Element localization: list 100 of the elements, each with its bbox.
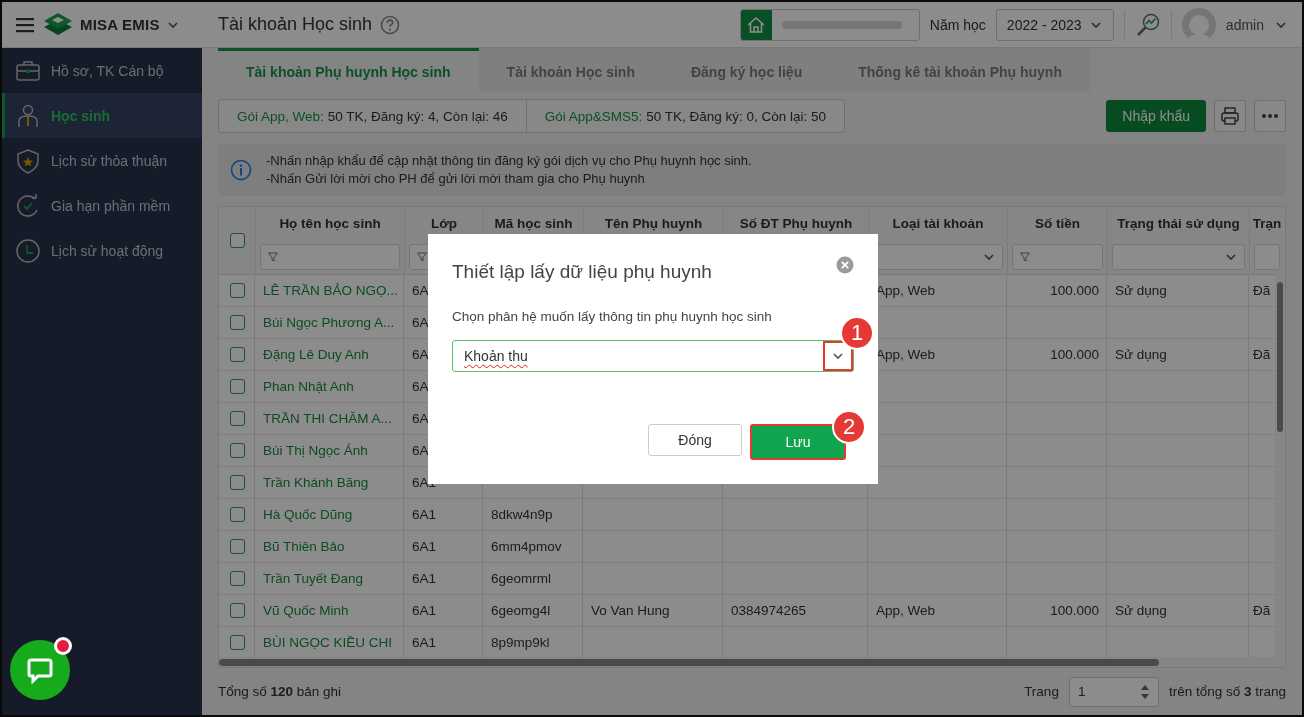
page-field[interactable]: 1 <box>1068 676 1159 707</box>
table-cell: 6mm4pmov <box>491 539 562 555</box>
checkbox[interactable] <box>229 603 245 619</box>
table-cell: 100.000 <box>1050 347 1099 363</box>
more-button[interactable] <box>1254 100 1286 133</box>
table-cell: 6A <box>412 347 429 363</box>
close-icon[interactable] <box>836 256 854 274</box>
table-cell: Sử dụng <box>1115 347 1167 363</box>
table-cell: 6geomg4l <box>491 603 551 619</box>
step-badge: 2 <box>832 410 866 444</box>
checkbox[interactable] <box>229 635 245 651</box>
filter-field[interactable] <box>1012 243 1103 270</box>
scrollbar-thumb[interactable] <box>219 659 1159 667</box>
year-select[interactable]: 2022 - 2023 <box>995 8 1114 41</box>
table-cell: 6A1 <box>412 635 437 651</box>
home-icon <box>746 14 767 35</box>
student-name-link[interactable]: Trần Khánh Băng <box>263 475 369 491</box>
module-select[interactable]: Khoản thu <box>452 340 854 372</box>
column-header: Họ tên học sinh <box>279 216 381 232</box>
student-name-link[interactable]: LÊ TRẦN BẢO NGỌ... <box>263 283 398 299</box>
page-title: Tài khoản Học sinh <box>218 14 373 35</box>
table-cell: 6A1 <box>412 507 437 523</box>
sidebar-item[interactable]: Lịch sử hoạt động <box>2 228 202 273</box>
table-cell: Đã <box>1253 347 1271 363</box>
filter-field[interactable] <box>1112 243 1245 270</box>
filter-field[interactable] <box>260 243 400 270</box>
tab[interactable]: Đăng ký học liệu <box>662 48 831 92</box>
help-icon[interactable] <box>380 14 401 35</box>
table-cell: 8p9mp9kl <box>491 635 550 651</box>
student-name-link[interactable]: Phan Nhật Anh <box>263 379 354 395</box>
print-button[interactable] <box>1214 100 1246 133</box>
checkbox[interactable] <box>229 411 245 427</box>
column-header: Loại tài khoản <box>892 216 984 232</box>
column-header: Lớp <box>430 216 458 232</box>
student-name-link[interactable]: BÙI NGỌC KIỀU CHI <box>263 635 392 651</box>
chat-icon <box>26 656 54 684</box>
notice-text: -Nhấn Gửi lời mời cho PH để gửi lời mời tham gia cho Phụ huynh <box>266 170 646 189</box>
filter-icon <box>1019 250 1031 263</box>
user-menu[interactable]: admin <box>1181 7 1288 42</box>
table-cell: Sử dụng <box>1115 603 1167 619</box>
page-total: trên tổng số 3 trang <box>1168 684 1286 700</box>
dialog-title: Thiết lập lấy dữ liệu phụ huynh <box>452 261 712 283</box>
checkbox[interactable] <box>229 233 245 249</box>
table-cell: 8dkw4n9p <box>491 507 553 523</box>
package-value: 50 TK, Đăng ký: 4, Còn lại: 46 <box>327 108 508 124</box>
year-label: Năm học <box>929 16 986 33</box>
checkbox[interactable] <box>229 379 245 395</box>
sidebar-item[interactable]: Hồ sơ, TK Cán bộ <box>2 48 202 93</box>
app-logo[interactable]: MISA EMIS <box>40 10 160 39</box>
sidebar-item[interactable]: Học sinh <box>2 93 202 138</box>
checkbox[interactable] <box>229 443 245 459</box>
column-header: Số tiền <box>1035 216 1080 232</box>
student-name-link[interactable]: Vũ Quốc Minh <box>263 603 349 619</box>
checkbox[interactable] <box>229 347 245 363</box>
import-button[interactable]: Nhập khẩu <box>1106 100 1206 133</box>
person-icon <box>15 102 41 129</box>
record-count: Tổng số 120 bản ghi <box>218 684 342 700</box>
more-icon <box>1261 113 1279 120</box>
close-button[interactable]: Đóng <box>648 424 742 456</box>
table-cell: App, Web <box>876 283 936 299</box>
student-name-link[interactable]: Bùi Thị Ngọc Ánh <box>263 443 368 459</box>
filter-icon <box>267 250 279 263</box>
tab[interactable]: Thống kê tài khoản Phụ huynh <box>830 48 1090 92</box>
checkbox[interactable] <box>229 539 245 555</box>
filter-icon <box>416 250 428 263</box>
table-cell: 6A1 <box>412 603 437 619</box>
table-cell: 6A1 <box>412 571 437 587</box>
step-badge: 1 <box>840 316 874 350</box>
student-name-link[interactable]: TRẦN THI CHĂM A... <box>263 411 392 427</box>
table-cell: 6A1 <box>412 539 437 555</box>
menu-icon[interactable] <box>16 16 34 33</box>
table-cell: 100.000 <box>1050 283 1099 299</box>
printer-icon <box>1220 106 1240 127</box>
table-cell: 100.000 <box>1050 603 1099 619</box>
checkbox[interactable] <box>229 475 245 491</box>
sidebar-item[interactable]: Gia hạn phần mềm <box>2 183 202 228</box>
clock-icon <box>15 237 41 264</box>
checkbox[interactable] <box>229 507 245 523</box>
notice-text: -Nhấn nhập khẩu để cập nhật thông tin đăng ký gói dịch vụ cho Phụ huynh học sinh. <box>266 152 752 171</box>
table-cell: 6A <box>412 283 429 299</box>
school-field[interactable] <box>739 8 920 41</box>
scrollbar-thumb[interactable] <box>1277 282 1283 433</box>
checkbox[interactable] <box>229 315 245 331</box>
column-header: Số ĐT Phụ huynh <box>739 216 853 232</box>
table-cell: Vo Van Hung <box>591 603 670 619</box>
student-name-link[interactable]: Bùi Ngọc Phương A... <box>263 315 395 331</box>
student-name-link[interactable]: Bũ Thiên Bảo <box>263 539 345 555</box>
student-name-link[interactable]: Hà Quốc Dũng <box>263 507 353 523</box>
table-cell: 6geomrml <box>491 571 552 587</box>
column-header: Mã học sinh <box>494 216 573 232</box>
package-label: Gói App&SMS5: <box>544 108 643 124</box>
info-icon <box>230 159 252 182</box>
table-cell: Đã <box>1253 603 1271 619</box>
sidebar-item[interactable]: Lịch sử thỏa thuận <box>2 138 202 183</box>
student-name-link[interactable]: Trần Tuyết Đang <box>263 571 364 587</box>
student-name-link[interactable]: Đặng Lê Duy Anh <box>263 347 369 363</box>
checkbox[interactable] <box>229 571 245 587</box>
checkbox[interactable] <box>229 283 245 299</box>
table-cell: 6A <box>412 379 429 395</box>
tab[interactable]: Tài khoản Học sinh <box>478 48 663 92</box>
